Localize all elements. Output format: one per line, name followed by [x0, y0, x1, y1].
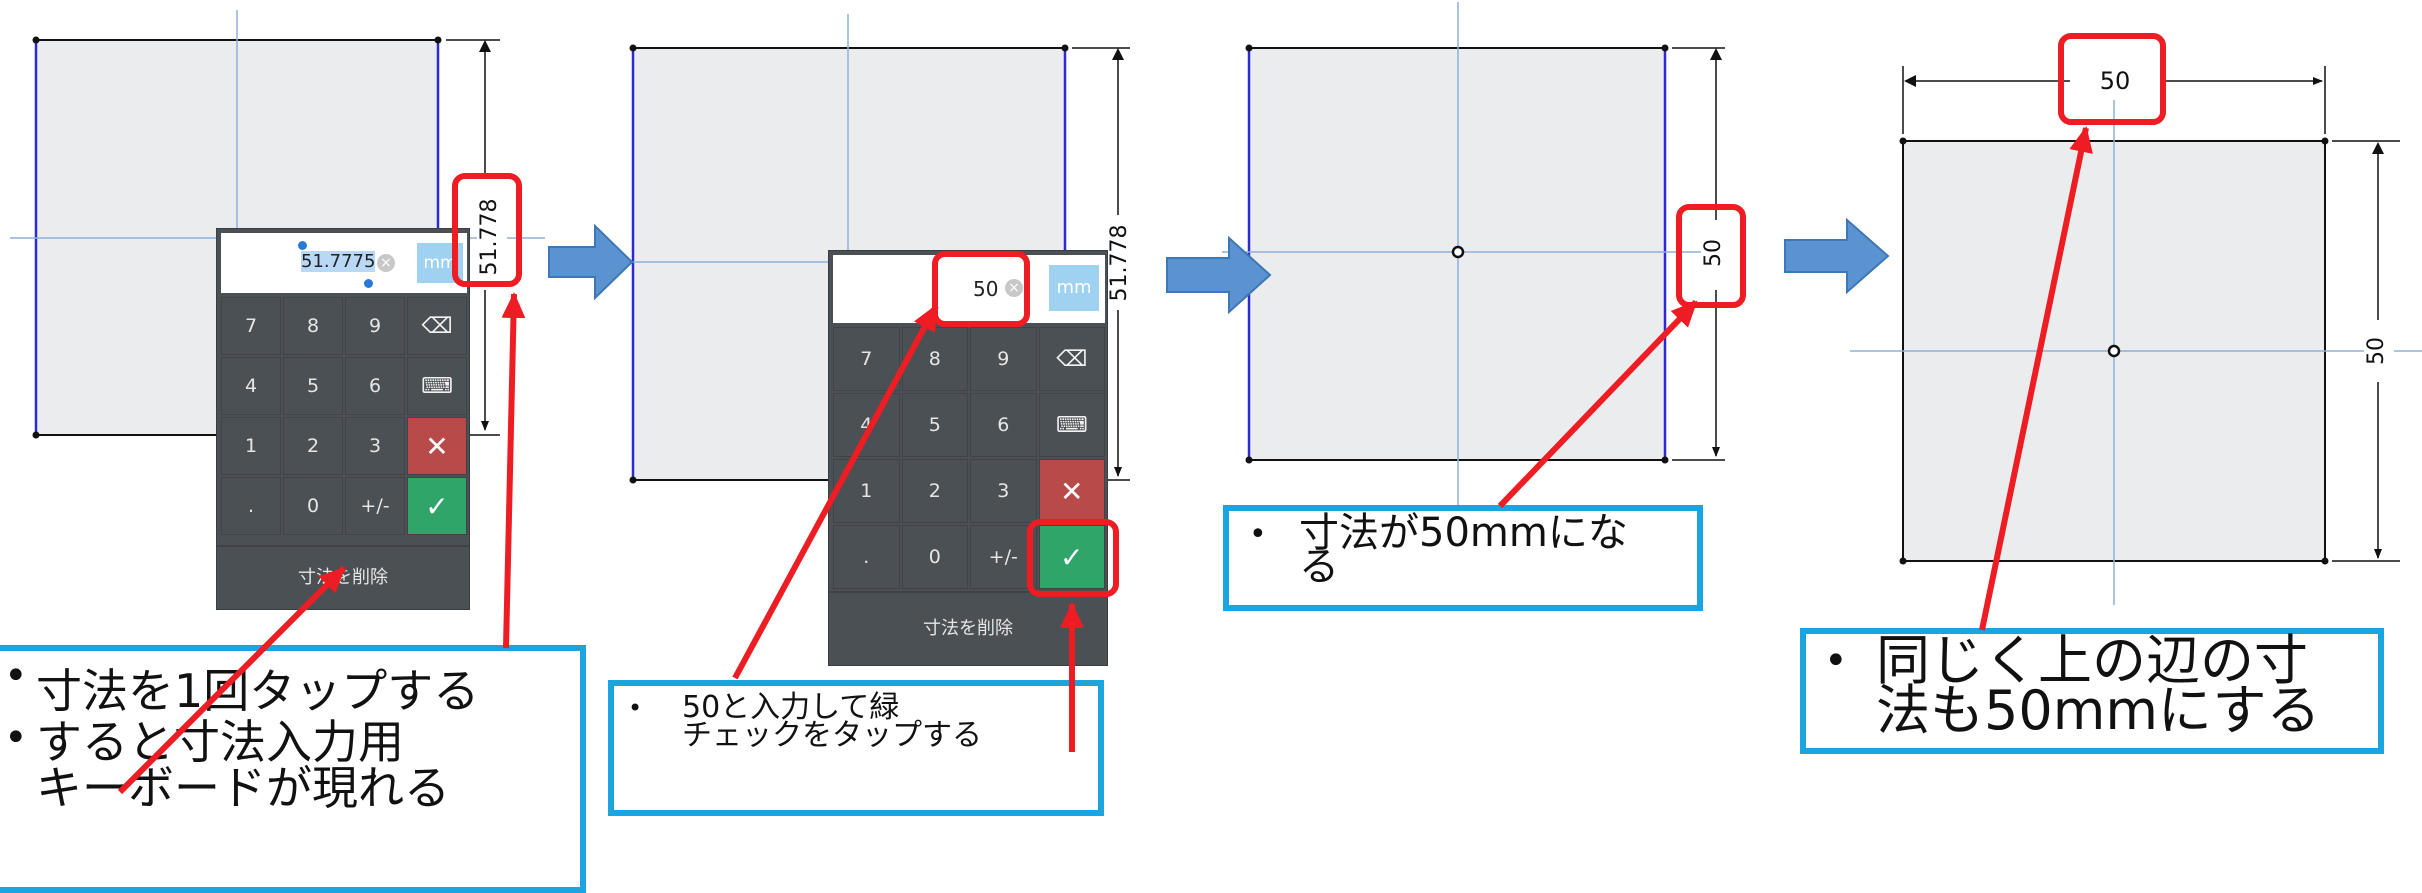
selection-handle-icon[interactable]: [298, 241, 307, 250]
origin-point: [1451, 245, 1465, 259]
dimension-input-display[interactable]: 50 × mm: [833, 255, 1105, 323]
key-decimal[interactable]: .: [221, 477, 281, 535]
selection-handle-icon[interactable]: [364, 279, 373, 288]
next-step-arrow-icon: [1784, 217, 1890, 295]
delete-dimension-button[interactable]: 寸法を削除: [217, 545, 469, 609]
bullet-dot-icon: •: [1249, 517, 1267, 552]
next-step-arrow-icon: [548, 223, 634, 301]
dimension-label-2[interactable]: 51.778: [1107, 221, 1137, 305]
key-8[interactable]: 8: [283, 297, 343, 355]
keyboard-icon[interactable]: ⌨: [407, 357, 467, 415]
origin-point: [2107, 344, 2121, 358]
clear-input-icon[interactable]: ×: [377, 254, 395, 272]
bullet-dot-icon: •: [4, 653, 28, 699]
key-9[interactable]: 9: [345, 297, 405, 355]
dimension-right-label-4[interactable]: 50: [2364, 325, 2394, 377]
key-plus-minus[interactable]: +/-: [345, 477, 405, 535]
instruction-box-2: • 50と入力して緑 チェックをタップする: [608, 680, 1104, 816]
backspace-icon[interactable]: ⌫: [407, 297, 467, 355]
key-2[interactable]: 2: [283, 417, 343, 475]
dimension-input-value[interactable]: 50: [973, 277, 998, 301]
cancel-button[interactable]: ✕: [407, 417, 467, 475]
instruction-box-1: • 寸法を1回タップする • すると寸法入力用 キーボードが現れる: [0, 645, 586, 893]
keypad-keys: 7 8 9 ⌫ 4 5 6 ⌨ 1 2 3 ✕ . 0 +/- ✓: [833, 327, 1105, 589]
key-5[interactable]: 5: [283, 357, 343, 415]
bullet-dot-icon: •: [1824, 638, 1848, 684]
key-9[interactable]: 9: [970, 327, 1037, 391]
sketch-panel-4: [1850, 66, 2422, 605]
clear-input-icon[interactable]: ×: [1005, 279, 1023, 297]
key-2[interactable]: 2: [901, 459, 968, 523]
key-7[interactable]: 7: [833, 327, 900, 391]
key-6[interactable]: 6: [345, 357, 405, 415]
dimension-input-value[interactable]: 51.7775: [301, 251, 376, 272]
delete-dimension-button[interactable]: 寸法を削除: [829, 591, 1107, 665]
key-plus-minus[interactable]: +/-: [970, 525, 1037, 589]
key-0[interactable]: 0: [901, 525, 968, 589]
backspace-icon[interactable]: ⌫: [1038, 327, 1105, 391]
key-0[interactable]: 0: [283, 477, 343, 535]
unit-button[interactable]: mm: [417, 243, 463, 283]
cancel-button[interactable]: ✕: [1038, 459, 1105, 523]
confirm-button[interactable]: ✓: [1038, 525, 1105, 589]
key-7[interactable]: 7: [221, 297, 281, 355]
key-3[interactable]: 3: [345, 417, 405, 475]
bullet-dot-icon: •: [4, 715, 28, 761]
dimension-input-display[interactable]: 51.7775 × mm: [221, 233, 467, 293]
keyboard-icon[interactable]: ⌨: [1038, 393, 1105, 457]
bullet-dot-icon: •: [628, 694, 643, 722]
instruction-box-4: • 同じく上の辺の寸 法も50mmにする: [1800, 628, 2384, 754]
dimension-label-3[interactable]: 50: [1701, 227, 1731, 279]
key-4[interactable]: 4: [833, 393, 900, 457]
key-decimal[interactable]: .: [833, 525, 900, 589]
key-6[interactable]: 6: [970, 393, 1037, 457]
unit-button[interactable]: mm: [1049, 265, 1099, 311]
dimension-keypad-1: 51.7775 × mm 7 8 9 ⌫ 4 5 6 ⌨ 1 2 3 ✕ . 0…: [216, 228, 470, 610]
key-5[interactable]: 5: [901, 393, 968, 457]
dimension-label-1[interactable]: 51.778: [477, 197, 507, 277]
keypad-keys: 7 8 9 ⌫ 4 5 6 ⌨ 1 2 3 ✕ . 0 +/- ✓: [221, 297, 467, 535]
confirm-button[interactable]: ✓: [407, 477, 467, 535]
dimension-top-label-4[interactable]: 50: [2082, 64, 2148, 98]
key-4[interactable]: 4: [221, 357, 281, 415]
key-1[interactable]: 1: [833, 459, 900, 523]
key-3[interactable]: 3: [970, 459, 1037, 523]
key-8[interactable]: 8: [901, 327, 968, 391]
sketch-panel-3: [1222, 2, 1730, 510]
instruction-box-3: • 寸法が50mmにな る: [1223, 505, 1703, 611]
dimension-keypad-2: 50 × mm 7 8 9 ⌫ 4 5 6 ⌨ 1 2 3 ✕ . 0 +/- …: [828, 250, 1108, 666]
key-1[interactable]: 1: [221, 417, 281, 475]
